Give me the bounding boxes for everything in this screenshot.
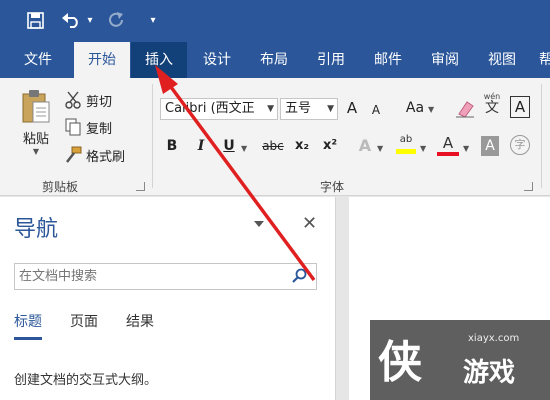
search-icon[interactable] (292, 268, 308, 288)
nav-tab-results[interactable]: 结果 (126, 311, 154, 331)
font-size-value: 五号 (285, 101, 312, 116)
shrink-font-button[interactable]: A (369, 99, 383, 121)
bold-button[interactable]: B (164, 135, 180, 157)
text-effects-button[interactable]: A (357, 135, 373, 157)
change-case-button[interactable]: Aa (404, 97, 426, 119)
copy-icon (65, 118, 81, 136)
phonetic-guide-button[interactable]: wén 文 (483, 92, 501, 115)
highlight-color-swatch (396, 149, 416, 154)
watermark-name: 游戏 (463, 358, 516, 388)
scissors-icon (65, 91, 81, 109)
watermark-url: xiayx.com (468, 333, 520, 344)
ribbon: 粘贴 ▼ 剪切 复制 格式刷 剪贴板 Calibri (西文正 ▼ 五号 ▼ A… (0, 78, 550, 196)
watermark-logo-char: 侠 (378, 337, 422, 388)
group-separator (152, 84, 153, 188)
tab-file[interactable]: 文件 (10, 42, 66, 78)
redo-icon[interactable] (106, 9, 128, 31)
font-name-value: Calibri (西文正 (165, 101, 255, 116)
paste-dropdown-icon[interactable]: ▼ (33, 147, 39, 156)
italic-button[interactable]: I (193, 135, 209, 157)
close-icon[interactable]: ✕ (302, 213, 317, 234)
nav-search-input[interactable] (15, 264, 275, 289)
font-color-label: A (442, 134, 454, 152)
quick-access-toolbar: ▾ ▾ (0, 0, 550, 42)
nav-tab-headings[interactable]: 标题 (14, 311, 42, 340)
cut-label: 剪切 (86, 94, 113, 110)
enclose-characters-button[interactable]: 字 (510, 135, 530, 155)
save-icon[interactable] (24, 9, 46, 31)
change-case-dropdown-icon[interactable]: ▼ (428, 105, 434, 114)
grow-font-button[interactable]: A (344, 97, 360, 119)
nav-description: 创建文档的交互式大纲。 (14, 373, 158, 388)
font-size-dropdown-icon[interactable]: ▼ (327, 99, 334, 119)
nav-pane-title: 导航 (14, 217, 59, 242)
highlight-button[interactable]: ab (396, 134, 416, 158)
paste-label: 粘贴 (22, 132, 49, 147)
tab-references[interactable]: 引用 (303, 42, 359, 78)
tab-view[interactable]: 视图 (474, 42, 530, 78)
tab-help[interactable]: 帮 (531, 42, 550, 78)
tab-insert[interactable]: 插入 (131, 42, 187, 78)
copy-label: 复制 (86, 121, 113, 137)
format-painter-label: 格式刷 (86, 149, 126, 165)
nav-search-box[interactable] (14, 263, 317, 290)
ribbon-tabs: 文件 开始 插入 设计 布局 引用 邮件 审阅 视图 帮 (0, 42, 550, 78)
nav-options-dropdown-icon[interactable] (254, 221, 264, 227)
font-color-dropdown-icon[interactable]: ▼ (463, 144, 469, 153)
clipboard-icon (22, 90, 50, 123)
character-shading-button[interactable]: A (481, 136, 499, 156)
undo-icon[interactable] (60, 9, 82, 31)
cut-button[interactable]: 剪切 (64, 90, 112, 110)
customize-qat-dropdown[interactable]: ▾ (146, 9, 160, 31)
font-size-combo[interactable]: 五号 ▼ (280, 98, 338, 120)
font-name-combo[interactable]: Calibri (西文正 ▼ (160, 98, 278, 120)
strikethrough-button[interactable]: abc (259, 135, 287, 157)
paintbrush-icon (66, 146, 82, 163)
navigation-pane: 导航 ✕ 标题 页面 结果 创建文档的交互式大纲。 (0, 197, 336, 400)
phonetic-char: 文 (485, 100, 499, 116)
nav-tab-pages[interactable]: 页面 (70, 311, 98, 331)
tab-layout[interactable]: 布局 (246, 42, 302, 78)
copy-button[interactable]: 复制 (64, 117, 112, 137)
underline-button[interactable]: U (221, 135, 237, 157)
subscript-button[interactable]: x₂ (292, 135, 312, 157)
clipboard-launcher-icon[interactable] (136, 182, 145, 191)
font-color-swatch (437, 152, 459, 156)
format-painter-button[interactable]: 格式刷 (64, 145, 125, 165)
font-group-label: 字体 (320, 180, 345, 194)
character-border-button[interactable]: A (510, 96, 530, 118)
tab-mailings[interactable]: 邮件 (360, 42, 416, 78)
highlight-dropdown-icon[interactable]: ▼ (420, 144, 426, 153)
underline-dropdown-icon[interactable]: ▼ (241, 144, 247, 153)
undo-dropdown[interactable]: ▾ (84, 9, 96, 31)
tab-design[interactable]: 设计 (189, 42, 245, 78)
clipboard-group-label: 剪贴板 (42, 180, 79, 194)
paste-button[interactable]: 粘贴 ▼ (16, 88, 56, 158)
tab-home[interactable]: 开始 (74, 42, 130, 78)
tab-review[interactable]: 审阅 (417, 42, 473, 78)
clear-formatting-icon[interactable] (455, 98, 475, 122)
font-launcher-icon[interactable] (524, 182, 533, 191)
group-separator-2 (541, 84, 542, 188)
highlight-label: ab (399, 134, 413, 145)
superscript-button[interactable]: x² (320, 135, 340, 157)
font-name-dropdown-icon[interactable]: ▼ (267, 99, 274, 119)
font-color-button[interactable]: A (437, 134, 459, 158)
text-effects-dropdown-icon[interactable]: ▼ (377, 144, 383, 153)
